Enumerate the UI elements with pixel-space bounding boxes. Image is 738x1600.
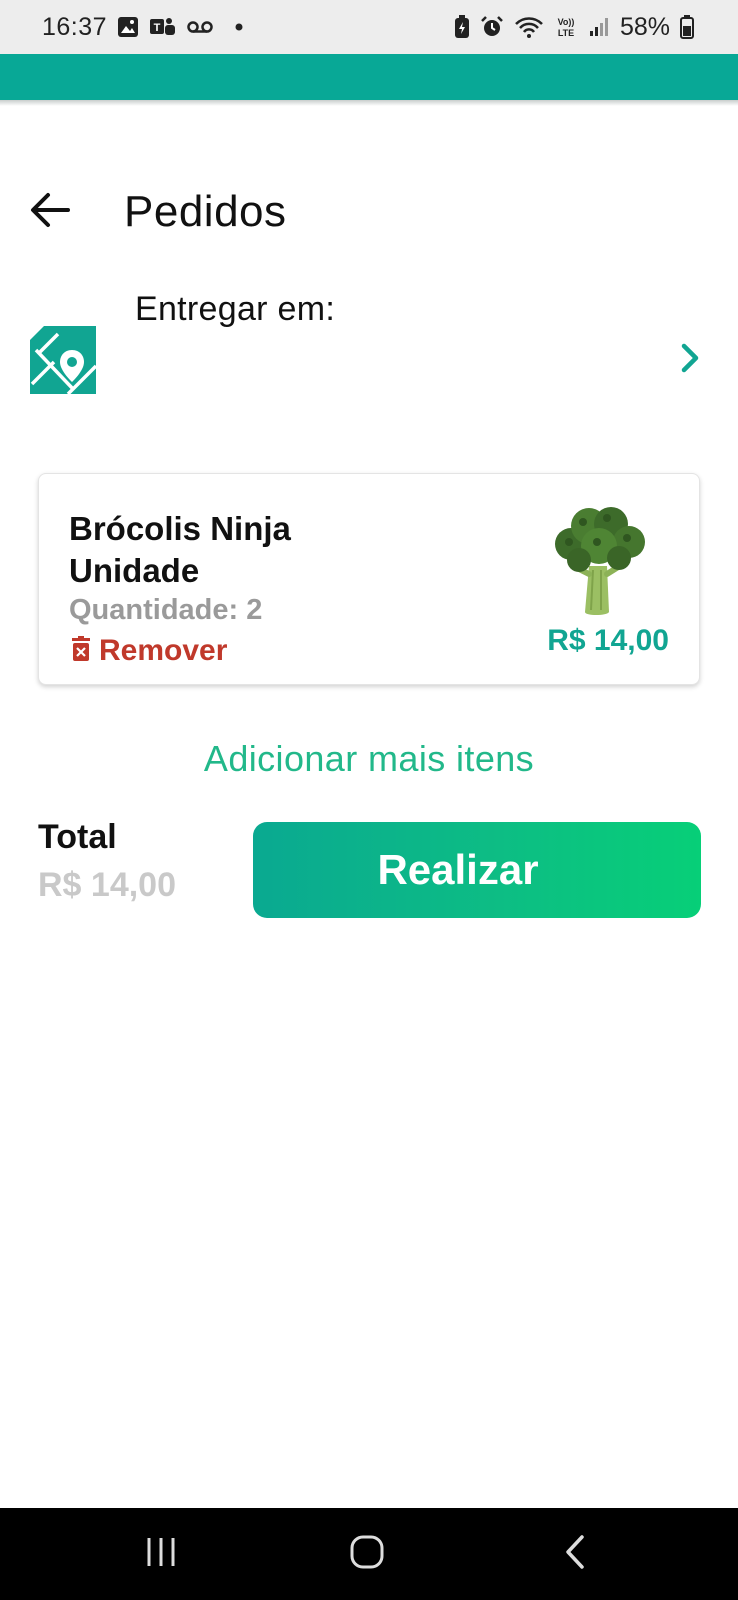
voicemail-icon <box>187 19 213 35</box>
battery-percent: 58% <box>619 12 670 41</box>
svg-text:T: T <box>154 22 161 34</box>
item-quantity: Quantidade: 2 <box>69 594 263 626</box>
delivery-address-row[interactable]: Entregar em: <box>28 286 708 406</box>
recents-button[interactable] <box>131 1530 191 1578</box>
page-header: Pedidos <box>28 180 287 244</box>
home-icon <box>349 1534 385 1575</box>
arrow-left-icon <box>30 192 70 233</box>
alarm-icon <box>480 15 504 39</box>
screen: 16:37 T Vo)) LTE 58% Pedidos Entregar em… <box>0 0 738 1600</box>
back-button[interactable] <box>28 190 72 234</box>
item-price: R$ 14,00 <box>547 624 669 657</box>
map-pin-icon <box>28 324 98 396</box>
svg-text:Vo)): Vo)) <box>558 17 575 27</box>
app-bar <box>0 54 738 100</box>
place-order-button[interactable]: Realizar <box>253 822 701 918</box>
battery-saver-icon <box>454 15 470 39</box>
remove-item-button[interactable]: Remover <box>71 634 227 668</box>
app-bar-shadow <box>0 100 738 106</box>
total-value: R$ 14,00 <box>38 866 176 904</box>
status-bar-right: Vo)) LTE 58% <box>454 13 694 42</box>
back-icon <box>564 1534 588 1575</box>
recents-icon <box>144 1536 178 1573</box>
svg-text:LTE: LTE <box>558 28 574 38</box>
signal-icon <box>588 16 610 38</box>
broccoli-image <box>549 504 649 619</box>
total-label: Total <box>38 818 117 856</box>
wifi-icon <box>514 15 544 39</box>
page-title: Pedidos <box>124 187 287 236</box>
system-nav-bar <box>0 1508 738 1600</box>
status-bar-left: 16:37 T <box>42 13 243 42</box>
volte-icon: Vo)) LTE <box>554 15 578 39</box>
item-name: Brócolis Ninja Unidade <box>69 510 291 589</box>
chevron-right-icon <box>676 340 706 376</box>
teams-icon: T <box>149 15 177 39</box>
dot-icon <box>235 23 243 31</box>
remove-label: Remover <box>99 634 228 667</box>
cart-item-card: Brócolis Ninja Unidade Quantidade: 2 Rem… <box>38 473 700 685</box>
home-button[interactable] <box>337 1530 397 1578</box>
add-more-items-link[interactable]: Adicionar mais itens <box>0 738 738 780</box>
battery-icon <box>680 15 694 39</box>
gallery-icon <box>117 16 139 38</box>
status-bar: 16:37 T Vo)) LTE 58% <box>0 0 738 54</box>
system-back-button[interactable] <box>546 1530 606 1578</box>
delivery-label: Entregar em: <box>135 290 336 328</box>
status-time: 16:37 <box>42 12 108 41</box>
trash-icon <box>71 635 91 667</box>
